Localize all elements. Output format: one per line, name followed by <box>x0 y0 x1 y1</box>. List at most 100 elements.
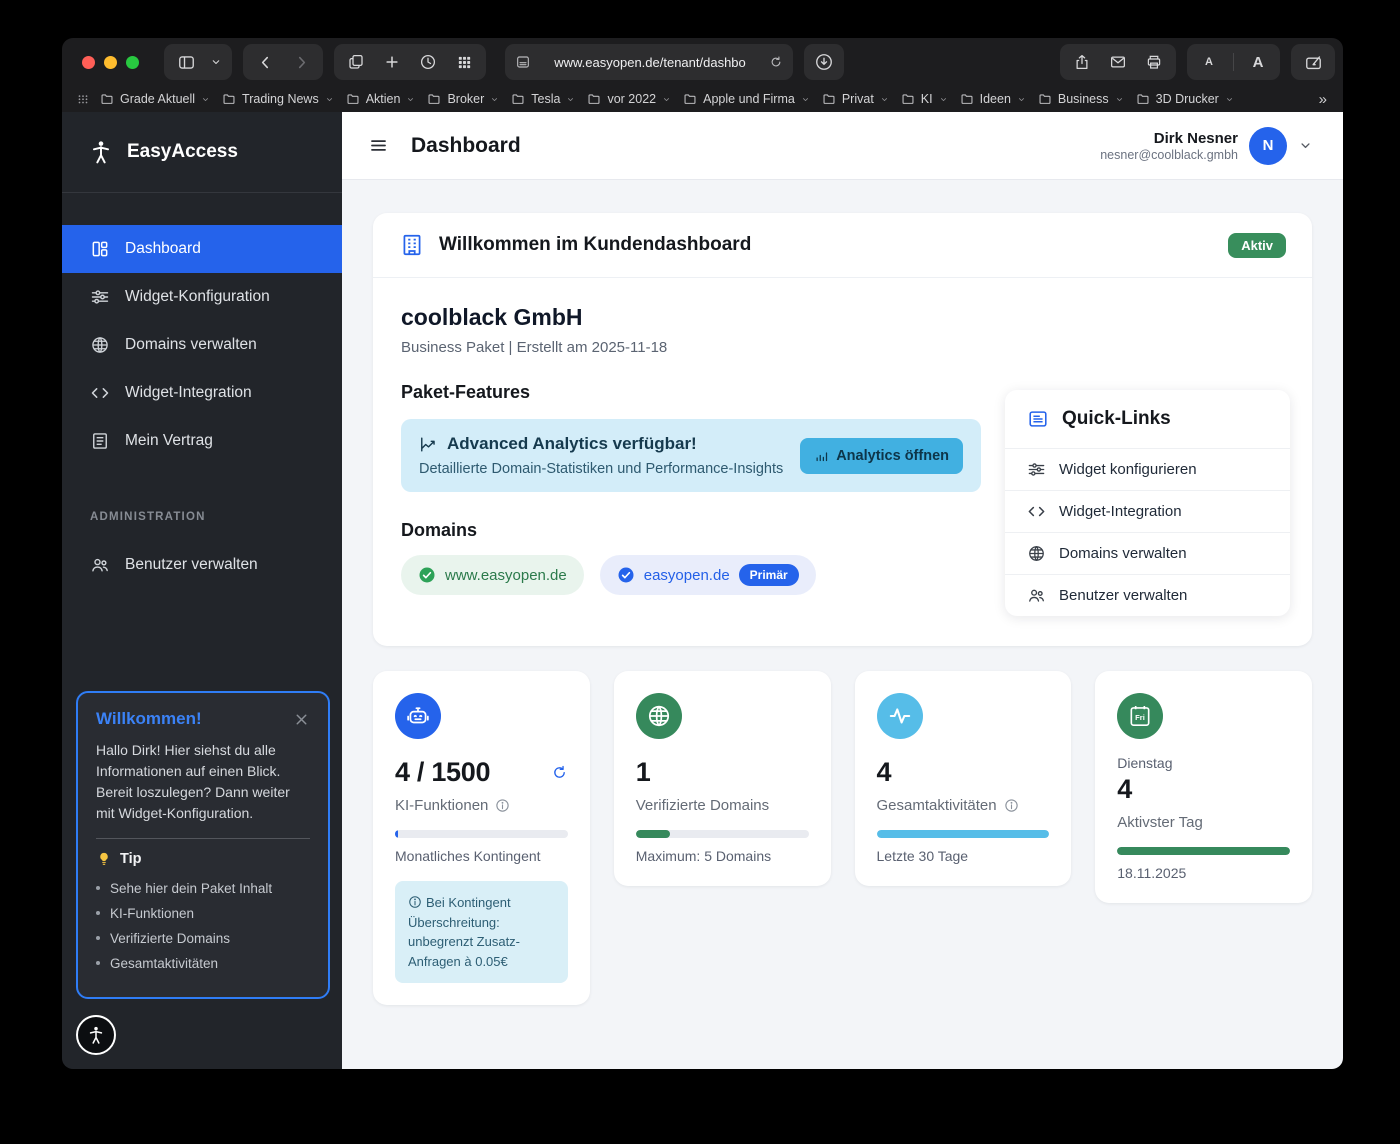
sidebar-item-domains-verwalten[interactable]: Domains verwalten <box>62 321 342 369</box>
bookmark-label: 3D Drucker <box>1156 92 1219 106</box>
bookmark-list: Grade Aktuell Trading News Aktien <box>100 92 1246 106</box>
sidebar-item-dashboard[interactable]: Dashboard <box>62 225 342 273</box>
status-badge: Aktiv <box>1228 233 1286 258</box>
close-window-button[interactable] <box>82 56 95 69</box>
open-analytics-button[interactable]: Analytics öffnen <box>800 438 963 474</box>
progress-fill <box>1117 847 1290 855</box>
quick-link-benutzer-verwalten[interactable]: Benutzer verwalten <box>1005 575 1290 616</box>
tip-text: Sehe hier dein Paket Inhalt <box>110 877 272 902</box>
sidebar-chevron-icon[interactable] <box>206 47 226 77</box>
folder-icon <box>100 92 114 106</box>
sidebar-nav: Dashboard Widget-Konfiguration Domains v… <box>62 193 342 465</box>
chevron-down-icon[interactable] <box>1298 138 1313 153</box>
bookmark-folder[interactable]: Ideen <box>960 92 1026 106</box>
sidebar-item-widget-konfiguration[interactable]: Widget-Konfiguration <box>62 273 342 321</box>
tip-label: Tip <box>120 851 141 867</box>
accessibility-widget-button[interactable] <box>76 1015 116 1055</box>
mail-icon[interactable] <box>1102 47 1134 77</box>
tip-item: Gesamtaktivitäten <box>96 952 310 977</box>
browser-window: www.easyopen.de/tenant/dashbo A A <box>62 38 1343 1069</box>
quick-link-domains-verwalten[interactable]: Domains verwalten <box>1005 533 1290 575</box>
forward-button[interactable] <box>285 47 317 77</box>
folder-icon <box>587 92 601 106</box>
quick-link-label: Benutzer verwalten <box>1059 587 1187 604</box>
back-button[interactable] <box>249 47 281 77</box>
chevron-down-icon <box>201 95 210 104</box>
bookmark-folder[interactable]: Trading News <box>222 92 334 106</box>
bookmark-folder[interactable]: Grade Aktuell <box>100 92 210 106</box>
banner-title: Advanced Analytics verfügbar! <box>447 434 697 454</box>
progress-fill <box>877 830 1050 838</box>
tab-grid-icon[interactable] <box>448 47 480 77</box>
bookmark-label: Broker <box>447 92 484 106</box>
bookmark-folder[interactable]: KI <box>901 92 948 106</box>
info-icon[interactable] <box>1004 798 1019 813</box>
sidebar-item-benutzer-verwalten[interactable]: Benutzer verwalten <box>62 541 342 589</box>
compose-button[interactable] <box>1291 44 1335 80</box>
users-icon <box>90 555 110 575</box>
user-menu[interactable]: Dirk Nesner nesner@coolblack.gmbh N <box>1100 127 1313 165</box>
decrease-text-button[interactable]: A <box>1193 47 1225 77</box>
tip-item: Sehe hier dein Paket Inhalt <box>96 877 310 902</box>
bullet-dot <box>96 961 100 965</box>
downloads-button[interactable] <box>804 44 844 80</box>
sidebar-item-mein-vertrag[interactable]: Mein Vertrag <box>62 417 342 465</box>
browser-sidebar-icon[interactable] <box>170 47 202 77</box>
stat-footer: 18.11.2025 <box>1117 865 1290 881</box>
address-bar[interactable]: www.easyopen.de/tenant/dashbo <box>505 44 793 80</box>
history-clock-icon[interactable] <box>412 47 444 77</box>
bookmark-folder[interactable]: Broker <box>427 92 499 106</box>
sidebar-item-widget-integration[interactable]: Widget-Integration <box>62 369 342 417</box>
progress-track <box>636 830 809 838</box>
minimize-window-button[interactable] <box>104 56 117 69</box>
bookmark-folder[interactable]: 3D Drucker <box>1136 92 1234 106</box>
bookmark-folder[interactable]: Tesla <box>511 92 575 106</box>
bookmarks-overflow-button[interactable]: » <box>1319 91 1327 108</box>
bar-chart-icon <box>814 448 829 463</box>
print-icon[interactable] <box>1138 47 1170 77</box>
menu-hamburger-icon[interactable] <box>368 135 389 156</box>
tip-text: Gesamtaktivitäten <box>110 952 218 977</box>
bookmarks-grid-icon[interactable] <box>76 92 90 106</box>
bookmark-label: Aktien <box>366 92 401 106</box>
share-icon[interactable] <box>1066 47 1098 77</box>
folder-icon <box>346 92 360 106</box>
bookmark-folder[interactable]: Privat <box>822 92 889 106</box>
quick-links-title: Quick-Links <box>1062 408 1171 430</box>
tip-item: KI-Funktionen <box>96 902 310 927</box>
chevron-down-icon <box>801 95 810 104</box>
stat-label: Aktivster Tag <box>1117 814 1203 831</box>
avatar[interactable]: N <box>1249 127 1287 165</box>
stat-card-aktivster-tag: Dienstag 4 Aktivster Tag 18.11.2025 <box>1095 671 1312 903</box>
new-tab-icon[interactable] <box>376 47 408 77</box>
folder-icon <box>1136 92 1150 106</box>
bookmark-label: Tesla <box>531 92 560 106</box>
reload-icon[interactable] <box>769 55 783 69</box>
bookmark-folder[interactable]: Apple und Firma <box>683 92 810 106</box>
brand: EasyAccess <box>62 112 342 193</box>
zoom-window-button[interactable] <box>126 56 139 69</box>
bookmark-folder[interactable]: vor 2022 <box>587 92 671 106</box>
sidebar-item-label: Widget-Konfiguration <box>125 288 270 306</box>
close-icon[interactable] <box>293 711 310 728</box>
tip-item: Verifizierte Domains <box>96 927 310 952</box>
document-icon <box>90 431 110 451</box>
quick-link-widget-konfigurieren[interactable]: Widget konfigurieren <box>1005 449 1290 491</box>
globe-icon <box>90 335 110 355</box>
url-text[interactable]: www.easyopen.de/tenant/dashbo <box>539 55 761 70</box>
sliders-icon <box>90 287 110 307</box>
stat-card-ki-funktionen: 4 / 1500 KI-Funktionen Monatliches Konti… <box>373 671 590 1005</box>
chevron-down-icon <box>406 95 415 104</box>
quick-link-widget-integration[interactable]: Widget-Integration <box>1005 491 1290 533</box>
refresh-icon[interactable] <box>551 764 568 781</box>
info-icon[interactable] <box>495 798 510 813</box>
increase-text-button[interactable]: A <box>1242 47 1274 77</box>
reader-icon[interactable] <box>515 54 531 70</box>
bookmark-folder[interactable]: Business <box>1038 92 1124 106</box>
bookmark-folder[interactable]: Aktien <box>346 92 416 106</box>
progress-track <box>395 830 568 838</box>
building-icon <box>399 232 425 258</box>
stat-card-gesamtaktivitaeten: 4 Gesamtaktivitäten Letzte 30 Tage <box>855 671 1072 886</box>
domain-chip-primary: easyopen.de Primär <box>600 555 816 595</box>
tab-overview-icon[interactable] <box>340 47 372 77</box>
